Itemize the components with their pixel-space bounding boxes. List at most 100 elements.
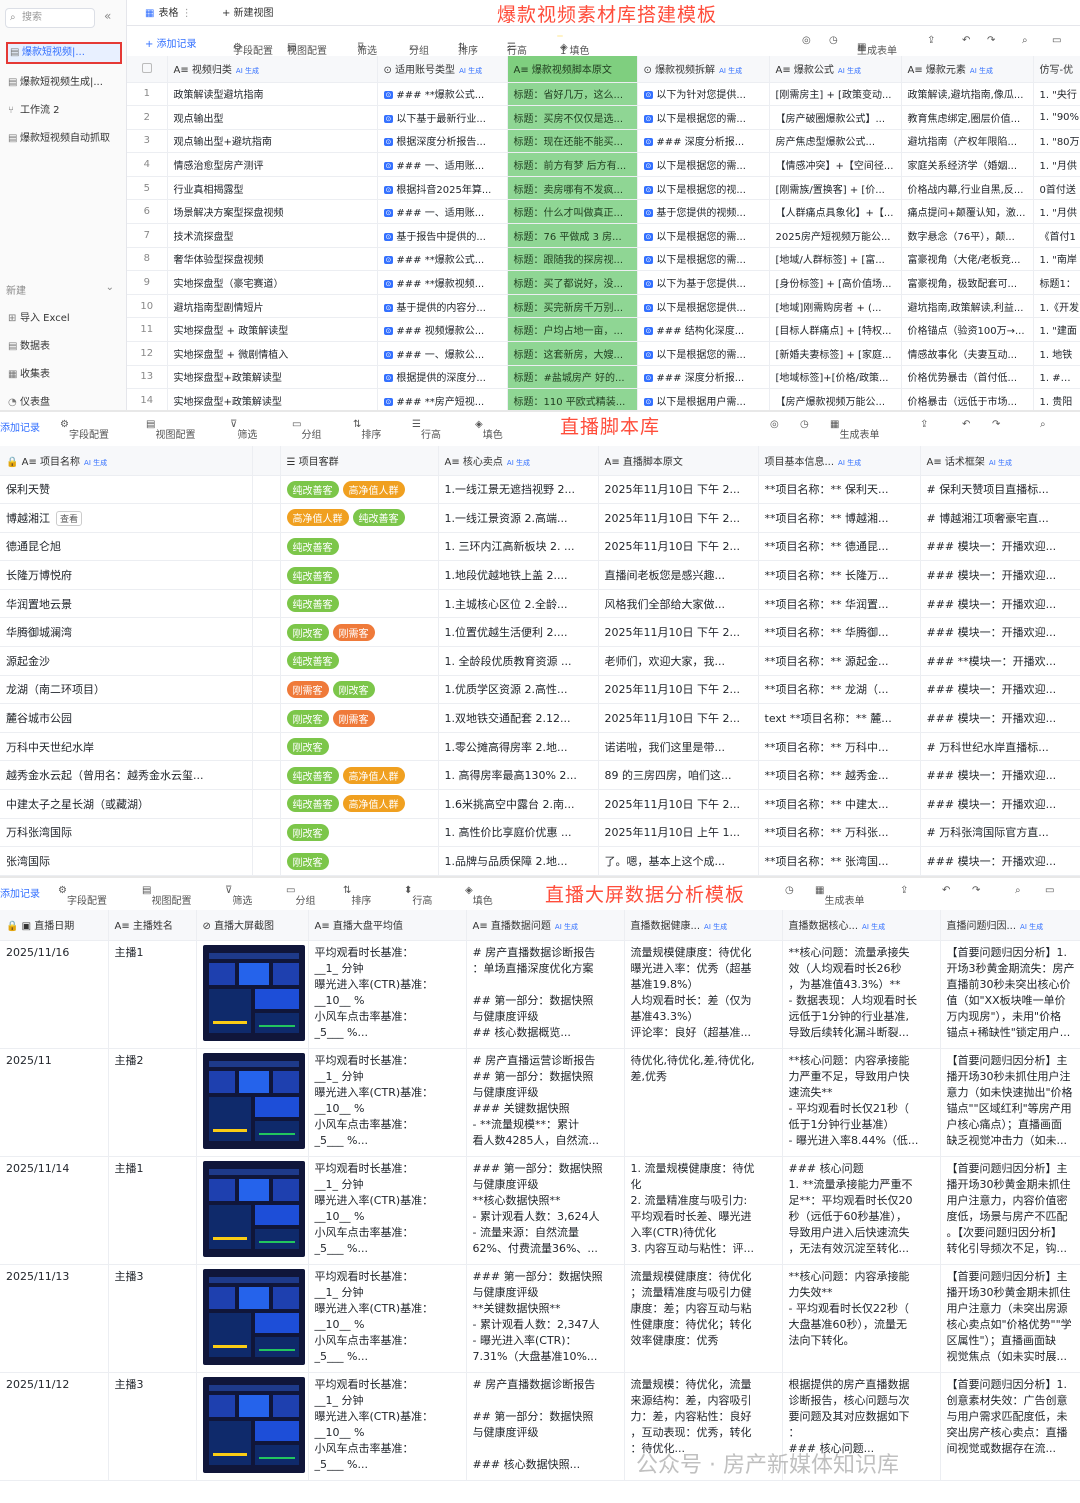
- cell-formula[interactable]: 房产焦虑型爆款公式...: [769, 129, 902, 154]
- cell-script[interactable]: 标题：买了都说好，没...: [507, 270, 638, 295]
- cell-category[interactable]: 观点输出型+避坑指南: [167, 129, 378, 154]
- cell-account-type[interactable]: ⊙ ### 一、适用账...: [377, 199, 508, 225]
- search-icon[interactable]: ⌕: [1015, 885, 1021, 896]
- cell-elements[interactable]: 富豪视角，极致配套可...: [901, 270, 1034, 295]
- column-header[interactable]: 直播问题归因... AI 生成: [940, 910, 1080, 941]
- cell-customer-group[interactable]: 纯改善客 高净值人群: [280, 789, 439, 819]
- cell-speech-frame[interactable]: # 万科张湾国际官方直...: [920, 818, 1080, 848]
- table-row[interactable]: 保利天赞 纯改善客 高净值人群 1.一线江景无遮挡视野 2... 2025年11月10日…: [0, 475, 1080, 505]
- cell-speech-frame[interactable]: ### 模块一：开播欢迎...: [920, 617, 1080, 648]
- generate-form-button[interactable]: ▦ 生成表单: [830, 419, 879, 441]
- table-row[interactable]: 6 场景解决方案型探盘视频 ⊙ ### 一、适用账... 标题：什么才叫做真正... ⊙ 基…: [127, 199, 1080, 225]
- cell-cause[interactable]: 【首要问题归因分析】1. 开场3秒黄金期流失：房产 直播前30秒未突出核心价 值…: [940, 940, 1080, 1049]
- cell-screenshot[interactable]: [196, 1048, 309, 1157]
- search-icon[interactable]: ⌕: [1022, 35, 1028, 46]
- new-section-label[interactable]: 新建 ⌄: [6, 282, 122, 297]
- cell-customer-group[interactable]: 刚改客 刚需客: [280, 617, 439, 648]
- cell-category[interactable]: 避坑指南型剧情短片: [167, 294, 378, 319]
- cell-core[interactable]: **核心问题：流量承接失 效（人均观看时长26秒 ，为基准值43.3%）** -…: [782, 940, 941, 1049]
- column-header[interactable]: 直播数据核心... AI 生成: [782, 910, 941, 941]
- cell-selling-point[interactable]: 1.位置优越生活便利 2....: [438, 617, 599, 648]
- cell-breakdown[interactable]: ⊙ 以下是根据您的需...: [637, 223, 770, 248]
- cell-rewrite[interactable]: 1. "月供: [1033, 152, 1080, 177]
- share-icon[interactable]: ⇪: [927, 35, 935, 46]
- cell-script[interactable]: 诺诺啦，我们这里是带...: [598, 732, 759, 762]
- cell-script[interactable]: 标题：#盐城房产 好的...: [507, 365, 638, 390]
- cell-issue[interactable]: # 房产直播数据诊断报告 ## 第一部分：数据快照 与健康度评级 ### 核心数…: [466, 1372, 625, 1481]
- filter-button[interactable]: ⊽ 筛选: [225, 885, 252, 907]
- cell-script[interactable]: 2025年11月10日 下午 2...: [598, 475, 759, 505]
- cell-avg[interactable]: 平均观看时长基准： __1_ 分钟 曝光进入率(CTR)基准： __10__ %…: [308, 1156, 467, 1265]
- column-header[interactable]: ⊘ 直播大屏截图: [196, 910, 309, 941]
- cell-speech-frame[interactable]: ### **模块一：开播欢...: [920, 646, 1080, 676]
- table-row[interactable]: 2025/11/16 主播1 平均观看时长基准： __1_ 分钟 曝光进入率(CTR…: [0, 940, 1080, 1049]
- cell-script[interactable]: 2025年11月10日 上午 1...: [598, 818, 759, 848]
- cell-health[interactable]: 1. 流量规模健康度：待优 化 2. 流量精准度与吸引力: 平均观看时长差、曝光…: [624, 1156, 783, 1265]
- cell-project-name[interactable]: 中建太子之星长湖（或藏湖）: [0, 789, 253, 819]
- cell-customer-group[interactable]: 纯改善客 高净值人群: [280, 760, 439, 791]
- cell-script[interactable]: 标题：卖房哪有不发疯...: [507, 176, 638, 201]
- column-header[interactable]: 🔒 ▣ 直播日期: [0, 910, 109, 941]
- add-record-button[interactable]: 添加记录: [0, 885, 40, 900]
- table-row[interactable]: 10 避坑指南型剧情短片 ⊙ 基于提供的内容分... 标题：买完新房千万别... ⊙ 以下是…: [127, 294, 1080, 319]
- table-row[interactable]: 2025/11/14 主播1 平均观看时长基准： __1_ 分钟 曝光进入率(CTR…: [0, 1156, 1080, 1265]
- cell-customer-group[interactable]: 纯改善客: [280, 589, 439, 619]
- table-row[interactable]: 越秀金水云起（曾用名：越秀金水云玺... 纯改善客 高净值人群 1. 高得房率最高13…: [0, 760, 1080, 791]
- cell-host-name[interactable]: 主播1: [108, 940, 197, 1049]
- new-form-button[interactable]: ▦ 收集表: [6, 364, 122, 386]
- sidebar-item-viral-video[interactable]: ▤ 爆款短视频|...: [6, 42, 122, 64]
- cell-project-name[interactable]: 越秀金水云起（曾用名：越秀金水云玺...: [0, 760, 253, 791]
- history-icon[interactable]: ◷: [829, 35, 838, 46]
- table-row[interactable]: 2025/11 主播2 平均观看时长基准： __1_ 分钟 曝光进入率(CTR)基准…: [0, 1048, 1080, 1157]
- cell-script[interactable]: 标题：110 平欧式精装...: [507, 388, 638, 410]
- cell-project-info[interactable]: **项目名称：** 万科中...: [758, 732, 921, 762]
- view-config-button[interactable]: ▤ 视图配置: [142, 885, 191, 907]
- cell-formula[interactable]: 【房产破圈爆款公式】...: [769, 105, 902, 130]
- redo-icon[interactable]: ↷: [987, 35, 995, 46]
- cell-cause[interactable]: 【首要问题归因分析】主 播开场30秒未抓住用户注 意力（如未快速抛出"价格 锚点…: [940, 1048, 1080, 1157]
- cell-health[interactable]: 流量规模健康度：待优化 ；流量精准度与吸引力健 康度：差；内容互动与粘 性健康度…: [624, 1264, 783, 1373]
- cell-cause[interactable]: 【首要问题归因分析】主 播开场30秒黄金期未抓住 用户注意力，内容价值密 度低，…: [940, 1156, 1080, 1265]
- history-icon[interactable]: ◷: [785, 885, 794, 896]
- column-header[interactable]: A≡ 爆款视频脚本原文: [507, 56, 638, 83]
- tab-table[interactable]: ▦ 表格 ⋮: [145, 4, 192, 19]
- cell-speech-frame[interactable]: # 博越湘江项奢豪宅直...: [920, 503, 1080, 533]
- row-height-button[interactable]: ☰ 行高: [412, 419, 441, 441]
- cell-formula[interactable]: [身份标签] + [高价值场...: [769, 270, 902, 295]
- cell-speech-frame[interactable]: ### 模块一：开播欢迎...: [920, 789, 1080, 819]
- cell-category[interactable]: 实地探盘型 + 政策解读型: [167, 317, 378, 343]
- cell-customer-group[interactable]: 刚改客: [280, 732, 439, 762]
- dashboard-thumbnail[interactable]: [202, 1052, 305, 1149]
- undo-icon[interactable]: ↶: [962, 35, 970, 46]
- cell-project-info[interactable]: **项目名称：** 越秀金...: [758, 760, 921, 791]
- column-header[interactable]: 🔒 A≡ 项目名称 AI 生成: [0, 446, 253, 476]
- cell-elements[interactable]: 教育焦虑绑定,圈层价值...: [901, 105, 1034, 130]
- cell-formula[interactable]: [地域/人群标签] + [富...: [769, 247, 902, 272]
- cell-avg[interactable]: 平均观看时长基准： __1_ 分钟 曝光进入率(CTR)基准： __10__ %…: [308, 940, 467, 1049]
- cell-category[interactable]: 场景解决方案型探盘视频: [167, 199, 378, 225]
- column-header[interactable]: 仿写-优: [1033, 56, 1080, 83]
- column-header[interactable]: 直播数据健康... AI 生成: [624, 910, 783, 941]
- cell-breakdown[interactable]: ⊙ 以下是根据您的需...: [637, 247, 770, 272]
- cell-category[interactable]: 奢华体验型探盘视频: [167, 247, 378, 272]
- share-icon[interactable]: ⇪: [920, 419, 928, 430]
- cell-rewrite[interactable]: 1. "90%: [1033, 105, 1080, 130]
- cell-category[interactable]: 政策解读型避坑指南: [167, 82, 378, 107]
- cell-customer-group[interactable]: 刚改客: [280, 846, 439, 876]
- cell-rewrite[interactable]: 《首付1: [1033, 223, 1080, 248]
- cell-core[interactable]: **核心问题：内容承接能 力失效** - 平均观看时长仅22秒（ 大盘基准60秒…: [782, 1264, 941, 1373]
- settings-icon[interactable]: ◎: [770, 419, 779, 430]
- column-header[interactable]: ☰ 项目客群: [280, 446, 439, 476]
- cell-formula[interactable]: [新婚夫妻标签] + [家庭...: [769, 341, 902, 366]
- cell-rewrite[interactable]: 1. "建面: [1033, 317, 1080, 343]
- cell-selling-point[interactable]: 1.一线江景资源 2.高端...: [438, 503, 599, 533]
- cell-screenshot[interactable]: [196, 1264, 309, 1373]
- column-header[interactable]: A≡ 话术框架 AI 生成: [920, 446, 1080, 476]
- table-row[interactable]: 长隆万博悦府 纯改善客 1.地段优越地铁上盖 2.... 直播间老板您是感兴趣... *…: [0, 560, 1080, 590]
- cell-project-info[interactable]: **项目名称：** 长隆万...: [758, 560, 921, 590]
- cell-project-info[interactable]: **项目名称：** 源起金...: [758, 646, 921, 676]
- cell-account-type[interactable]: ⊙ 基于报告中提供的...: [377, 223, 508, 248]
- cell-category[interactable]: 行业真相揭露型: [167, 176, 378, 201]
- column-header[interactable]: A≡ 视频归类 AI 生成: [167, 56, 378, 83]
- cell-cause[interactable]: 【首要问题归因分析】主 播开场30秒黄金期未抓住 用户注意力（未突出房源 核心卖…: [940, 1264, 1080, 1373]
